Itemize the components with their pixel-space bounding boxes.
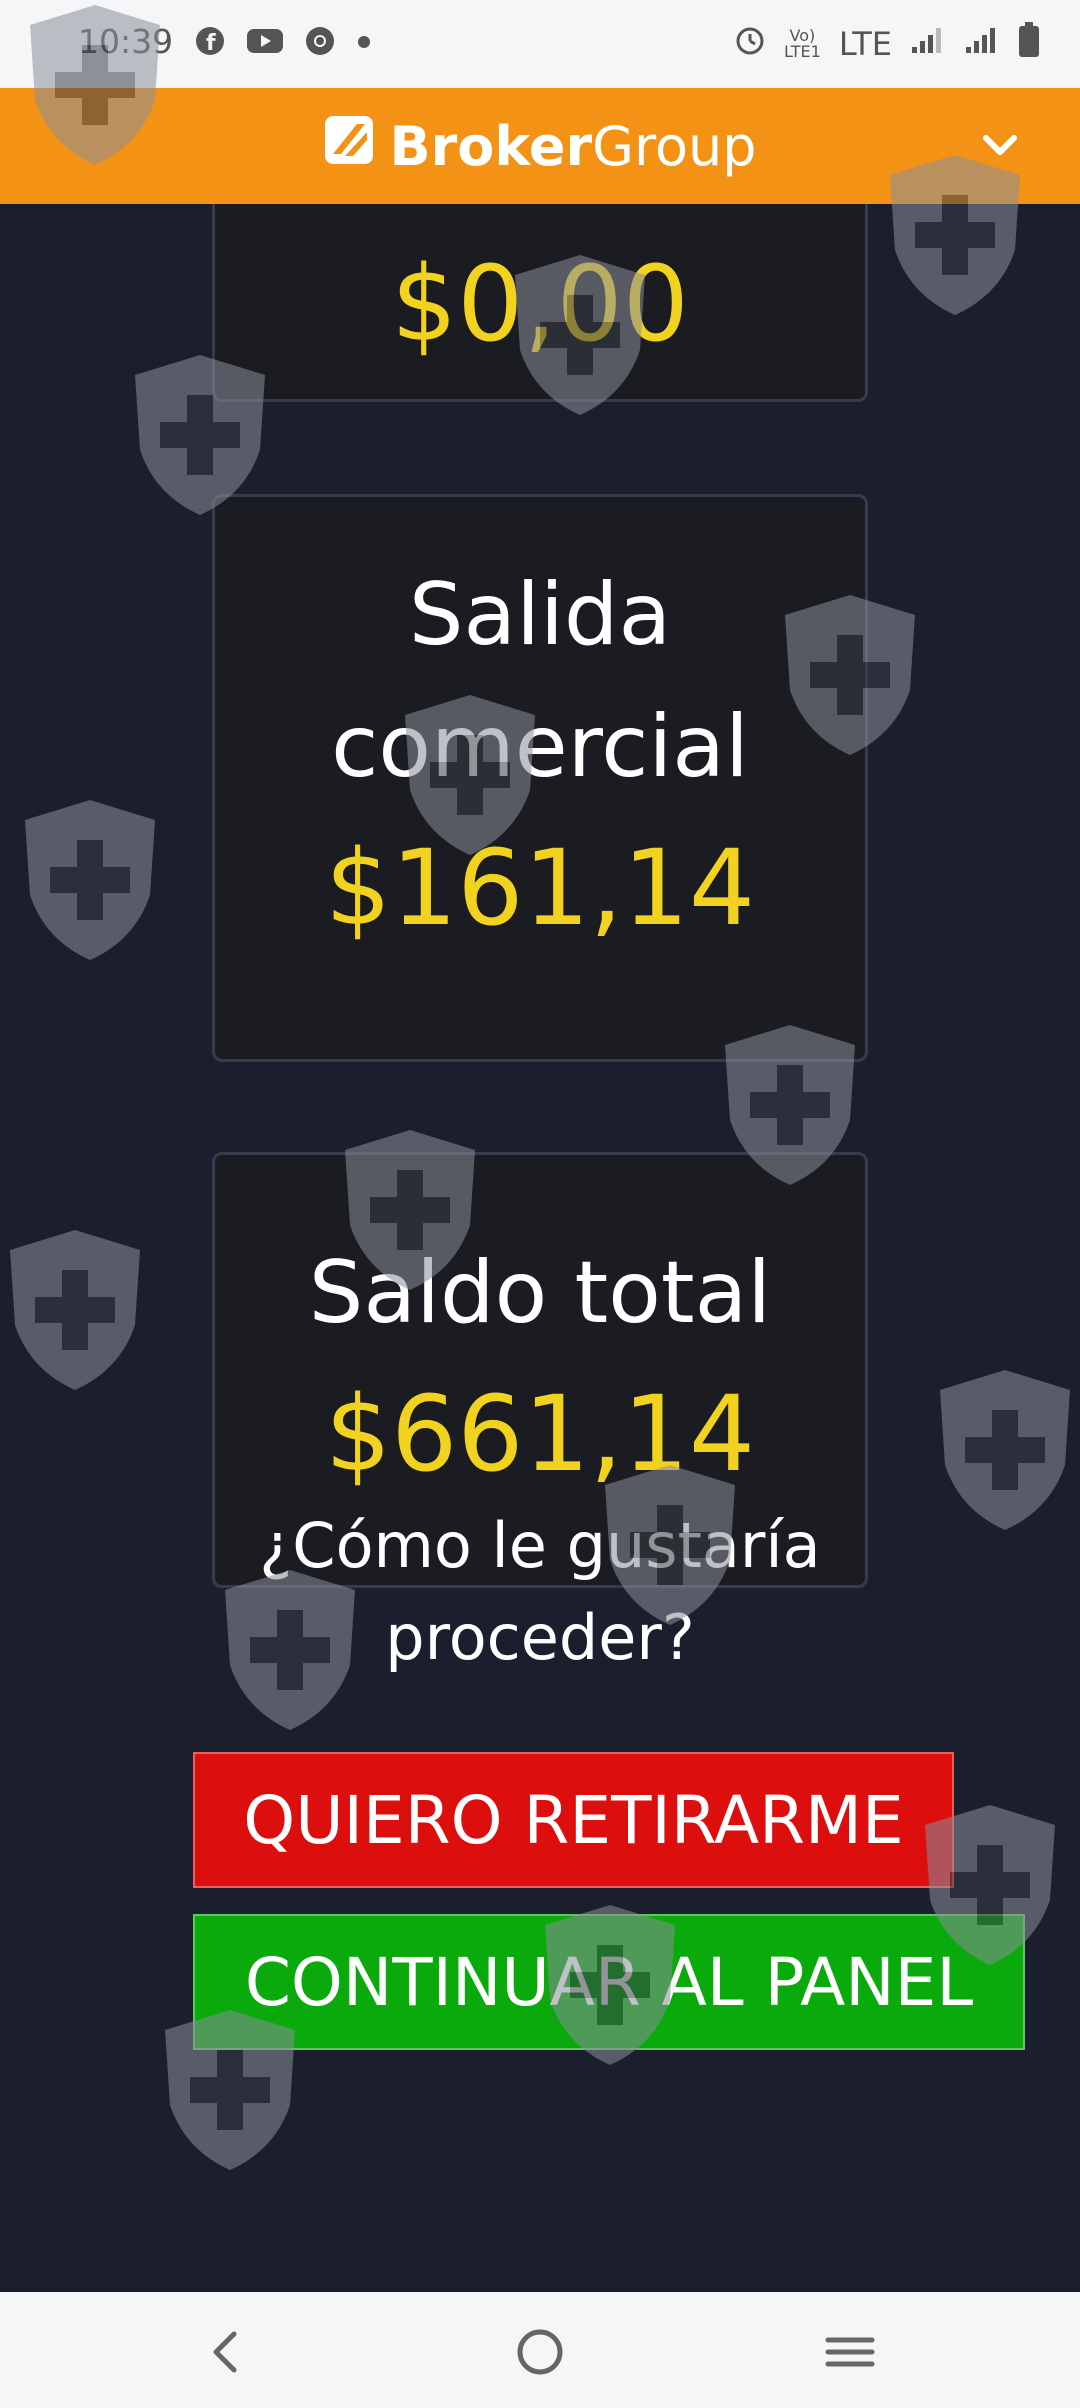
balance-card-top: $0,00 xyxy=(212,204,868,402)
brand-mark-icon xyxy=(323,114,375,179)
question-line-1: ¿Cómo le gustaría xyxy=(259,1509,821,1582)
svg-text:f: f xyxy=(206,31,216,56)
chevron-down-icon[interactable] xyxy=(970,116,1030,176)
recents-icon[interactable] xyxy=(820,2322,880,2382)
continue-to-panel-button[interactable]: CONTINUAR AL PANEL xyxy=(193,1914,1025,2050)
facebook-icon: f xyxy=(195,26,225,60)
card-amount: $661,14 xyxy=(324,1373,756,1495)
signal-icon xyxy=(910,25,946,63)
brand-name-bold: Broker xyxy=(389,114,593,178)
dot-icon xyxy=(357,34,371,53)
youtube-icon xyxy=(247,27,283,59)
home-icon[interactable] xyxy=(510,2322,570,2382)
status-bar: 10:39 f Vo) LTE1 LTE xyxy=(0,0,1080,88)
withdraw-button[interactable]: QUIERO RETIRARME xyxy=(193,1752,954,1888)
question-line-2: proceder? xyxy=(385,1601,695,1674)
proceed-question: ¿Cómo le gustaría proceder? xyxy=(140,1500,940,1684)
brand-logo[interactable]: BrokerGroup xyxy=(323,114,757,179)
app-header: BrokerGroup xyxy=(0,88,1080,204)
card-amount: $0,00 xyxy=(391,243,689,365)
chrome-icon xyxy=(305,26,335,60)
card-label: Salida xyxy=(408,565,672,665)
brand-name-light: Group xyxy=(592,114,757,178)
card-label: Saldo total xyxy=(308,1243,772,1343)
system-icons: Vo) LTE1 LTE xyxy=(734,22,1040,66)
volte-icon: Vo) LTE1 xyxy=(784,26,821,61)
system-nav-bar xyxy=(0,2292,1080,2408)
back-icon[interactable] xyxy=(196,2322,256,2382)
notification-icons: f xyxy=(195,26,371,60)
network-type: LTE xyxy=(838,25,892,63)
alarm-icon xyxy=(734,24,766,64)
commercial-output-card: Salida comercial $161,14 xyxy=(212,494,868,1062)
signal-icon xyxy=(964,25,1000,63)
battery-icon xyxy=(1018,22,1040,66)
card-amount: $161,14 xyxy=(324,827,756,949)
card-label: comercial xyxy=(331,697,749,797)
status-time: 10:39 xyxy=(78,22,174,61)
